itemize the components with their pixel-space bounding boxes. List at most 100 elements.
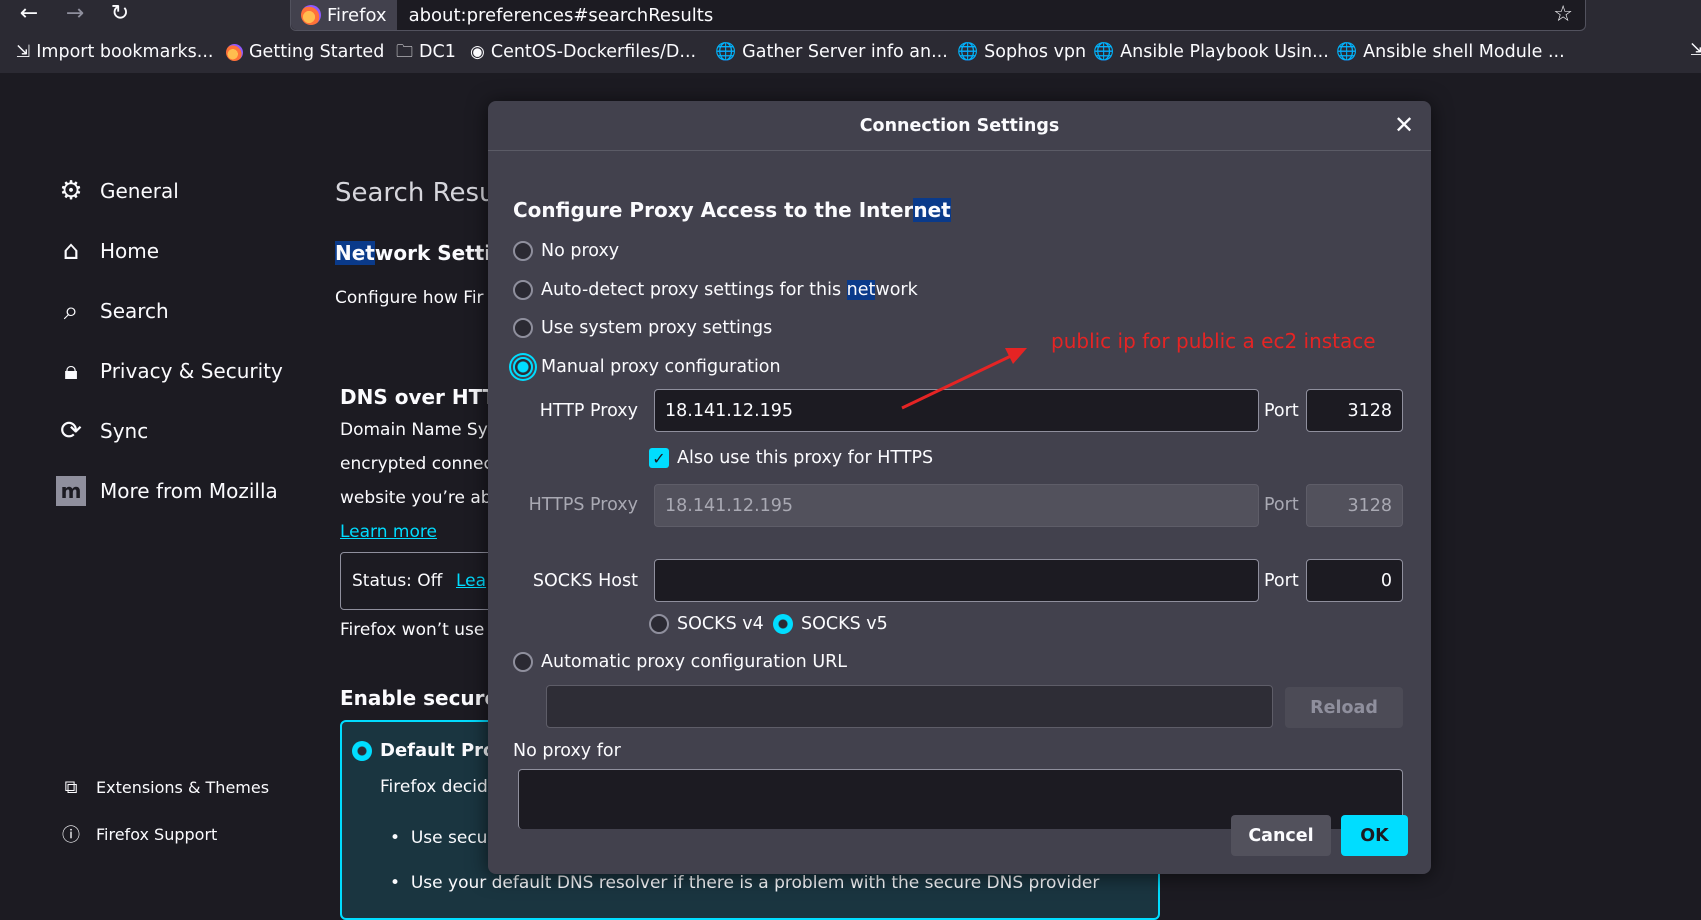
dns-desc-line: website you’re ab [340,488,492,508]
globe-icon: 🌐 [1093,41,1115,62]
bookmark-item[interactable]: 🌐 Gather Server info an... [715,42,948,62]
bullet-item: • Use secur [390,828,495,848]
url-text[interactable]: about:preferences#searchResults [409,5,714,26]
search-icon: ⌕ [63,295,79,326]
learn-more-link[interactable]: Learn more [340,522,437,542]
manual-proxy-radio[interactable] [513,357,533,377]
sidebar-item-home[interactable]: ⌂ Home [56,236,159,266]
page-title: Search Resul [335,178,503,208]
lock-icon: 🔒︎ [64,355,78,386]
http-port-label: Port [1264,401,1299,421]
github-icon: ◉ [470,41,485,62]
firefox-logo-icon [226,43,243,61]
sidebar-item-search[interactable]: ⌕ Search [56,296,169,326]
arrow-right-icon: → [65,0,85,26]
also-https-checkbox[interactable]: ✓ [649,448,669,468]
https-proxy-label: HTTPS Proxy [528,495,638,515]
default-protection-option[interactable]: Default Prot [352,740,504,761]
sidebar-extensions-themes[interactable]: ⧉ Extensions & Themes [60,776,270,798]
bookmark-item[interactable]: ◉ CentOS-Dockerfiles/D... [470,42,696,62]
firefox-decides-text: Firefox decid [380,777,488,797]
socks-v5-radio[interactable] [773,614,793,634]
dns-status-text: Status: Off [352,571,443,591]
sync-icon: ⟳ [60,416,82,446]
default-protection-radio[interactable] [352,740,372,761]
identity-box[interactable]: Firefox [291,0,397,30]
sidebar-firefox-support[interactable]: ⓘ Firefox Support [60,823,217,847]
auto-proxy-url-input[interactable] [546,685,1273,728]
arrow-left-icon: ← [19,0,39,26]
status-learn-link[interactable]: Lea [456,571,486,591]
https-proxy-input[interactable]: 18.141.12.195 [654,484,1259,527]
folder-icon: 🗀 [396,41,413,62]
bookmark-item[interactable]: ⇲ Import bookmarks... [16,42,213,62]
globe-icon: 🌐 [957,41,979,62]
bookmark-folder[interactable]: 🗀 DC1 [396,42,456,62]
option-auto-detect[interactable]: Auto-detect proxy settings for this netw… [513,280,918,300]
bookmark-item[interactable]: Getting Started [226,42,384,62]
socks-host-input[interactable] [654,559,1259,602]
browser-toolbar: ← → ↻ Firefox about:preferences#searchRe… [0,0,1701,73]
help-icon: ⓘ [62,825,80,846]
gear-icon: ⚙ [59,176,83,206]
also-https-option[interactable]: ✓ Also use this proxy for HTTPS [649,448,933,468]
proxy-heading: Configure Proxy Access to the Internet [513,198,951,222]
ok-button[interactable]: OK [1341,815,1408,856]
bookmark-item[interactable]: 🌐 Sophos vpn [957,42,1086,62]
reload-button[interactable]: Reload [1285,687,1403,728]
bookmarks-overflow[interactable]: ⇲ [1690,42,1701,59]
system-proxy-radio[interactable] [513,318,533,338]
reload-button[interactable]: ↻ [105,0,135,26]
socks-port-input[interactable]: 0 [1306,559,1403,602]
sidebar-item-general[interactable]: ⚙ General [56,176,178,206]
http-port-input[interactable]: 3128 [1306,389,1403,432]
sidebar-item-sync[interactable]: ⟳ Sync [56,416,148,446]
http-proxy-label: HTTP Proxy [539,401,638,421]
dns-desc-line: Domain Name Sys [340,420,497,440]
firefox-logo-icon [301,5,321,25]
socks-port-label: Port [1264,571,1299,591]
bullet-item: • Use your default DNS resolver if there… [390,873,1100,893]
close-button[interactable]: ✕ [1391,113,1417,139]
reload-icon: ↻ [110,0,130,26]
identity-label: Firefox [327,4,387,26]
import-icon: ⇲ [1690,40,1701,60]
close-icon: ✕ [1393,111,1415,139]
socks-v5-option[interactable]: SOCKS v5 [773,614,888,634]
socks-v4-radio[interactable] [649,614,669,634]
http-proxy-input[interactable]: 18.141.12.195 [654,389,1259,432]
socks-host-label: SOCKS Host [532,571,638,591]
enable-secure-heading: Enable secure [340,686,499,710]
option-auto-proxy-url[interactable]: Automatic proxy configuration URL [513,652,847,672]
annotation-text: public ip for public a ec2 instace [1051,329,1376,353]
bookmark-item[interactable]: 🌐 Ansible Playbook Usin... [1093,42,1329,62]
bookmark-item[interactable]: 🌐 Ansible shell Module ... [1336,42,1565,62]
globe-icon: 🌐 [1336,41,1358,62]
option-no-proxy[interactable]: No proxy [513,241,619,261]
network-settings-heading: Network Settin [335,241,506,265]
auto-detect-label: Auto-detect proxy settings for this netw… [541,280,918,300]
https-port-input[interactable]: 3128 [1306,484,1403,527]
sidebar-item-privacy[interactable]: 🔒︎ Privacy & Security [56,356,283,386]
auto-detect-radio[interactable] [513,280,533,300]
auto-proxy-url-radio[interactable] [513,652,533,672]
no-proxy-for-label: No proxy for [513,741,621,761]
option-system-proxy[interactable]: Use system proxy settings [513,318,772,338]
https-port-label: Port [1264,495,1299,515]
no-proxy-radio[interactable] [513,241,533,261]
import-icon: ⇲ [16,41,31,62]
option-manual-proxy[interactable]: Manual proxy configuration [513,357,781,377]
cancel-button[interactable]: Cancel [1231,815,1331,856]
home-icon: ⌂ [62,236,80,266]
forward-button[interactable]: → [60,0,90,26]
bookmark-star-icon[interactable]: ☆ [1553,2,1573,27]
sidebar-item-more-from-mozilla[interactable]: m More from Mozilla [56,476,278,506]
socks-v4-option[interactable]: SOCKS v4 [649,614,764,634]
url-bar[interactable]: Firefox about:preferences#searchResults … [290,0,1586,31]
dns-desc-line: encrypted connec [340,454,493,474]
connection-settings-dialog: Connection Settings ✕ Configure Proxy Ac… [488,101,1431,874]
dialog-title: Connection Settings [488,101,1431,151]
puzzle-icon: ⧉ [64,776,78,798]
globe-icon: 🌐 [715,41,737,62]
back-button[interactable]: ← [14,0,44,26]
